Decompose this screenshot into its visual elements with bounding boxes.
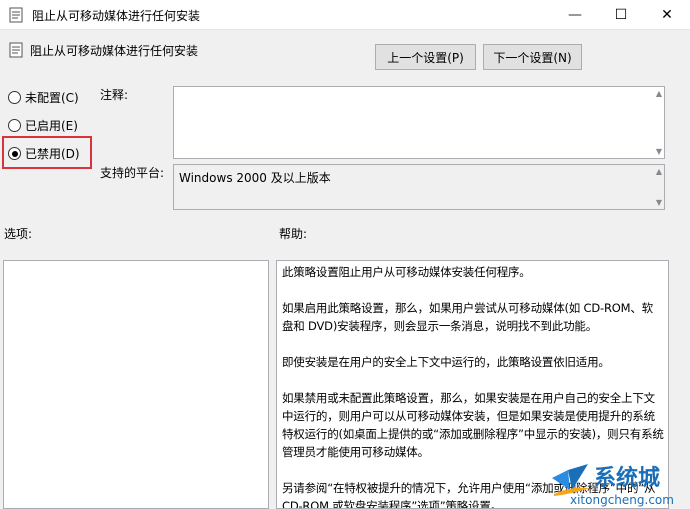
watermark: 系统城 xitongcheng.com [548,460,690,509]
options-pane [3,260,269,509]
minimize-button[interactable]: — [552,0,598,30]
radio-label: 未配置(C) [25,91,79,105]
help-label: 帮助: [279,227,308,241]
scroll-down-icon[interactable]: ▼ [656,147,662,156]
radio-circle[interactable] [8,91,21,104]
radio-enabled[interactable]: 已启用(E) [8,117,78,134]
help-paragraph: 即使安装是在用户的安全上下文中运行的，此策略设置依旧适用。 [282,355,610,369]
help-paragraph: 此策略设置阻止用户从可移动媒体安装任何程序。 [282,265,531,279]
policy-setting-icon [9,42,23,58]
watermark-name: 系统城 [594,466,661,491]
close-button[interactable]: ✕ [644,0,690,30]
help-paragraph: 如果启用此策略设置，那么，如果用户尝试从可移动媒体(如 CD-ROM、软盘和 D… [282,301,653,333]
help-paragraph: 如果禁用或未配置此策略设置，那么，如果安装是在用户自己的安全上下文中运行的，则用… [282,391,664,459]
comment-label: 注释: [100,88,129,102]
next-setting-button[interactable]: 下一个设置(N) [483,44,582,70]
policy-app-icon [9,7,23,23]
previous-setting-button[interactable]: 上一个设置(P) [375,44,476,70]
maximize-button[interactable]: ☐ [598,0,644,30]
scroll-up-icon[interactable]: ▲ [656,89,662,98]
title-bar: 阻止从可移动媒体进行任何安装 — ☐ ✕ [0,0,690,30]
radio-not-configured[interactable]: 未配置(C) [8,89,79,106]
watermark-url: xitongcheng.com [570,493,674,507]
comment-textarea[interactable]: ▲ ▼ [173,86,665,159]
platform-value-box: Windows 2000 及以上版本 ▲ ▼ [173,164,665,210]
platform-label: 支持的平台: [100,166,165,180]
scroll-up-icon[interactable]: ▲ [656,167,662,176]
options-label: 选项: [4,227,33,241]
scroll-down-icon[interactable]: ▼ [656,198,662,207]
radio-circle[interactable] [8,119,21,132]
highlight-annotation [2,136,92,169]
window-title: 阻止从可移动媒体进行任何安装 [32,9,201,23]
policy-name: 阻止从可移动媒体进行任何安装 [30,44,199,58]
radio-label: 已启用(E) [25,119,78,133]
platform-value: Windows 2000 及以上版本 [179,171,331,185]
